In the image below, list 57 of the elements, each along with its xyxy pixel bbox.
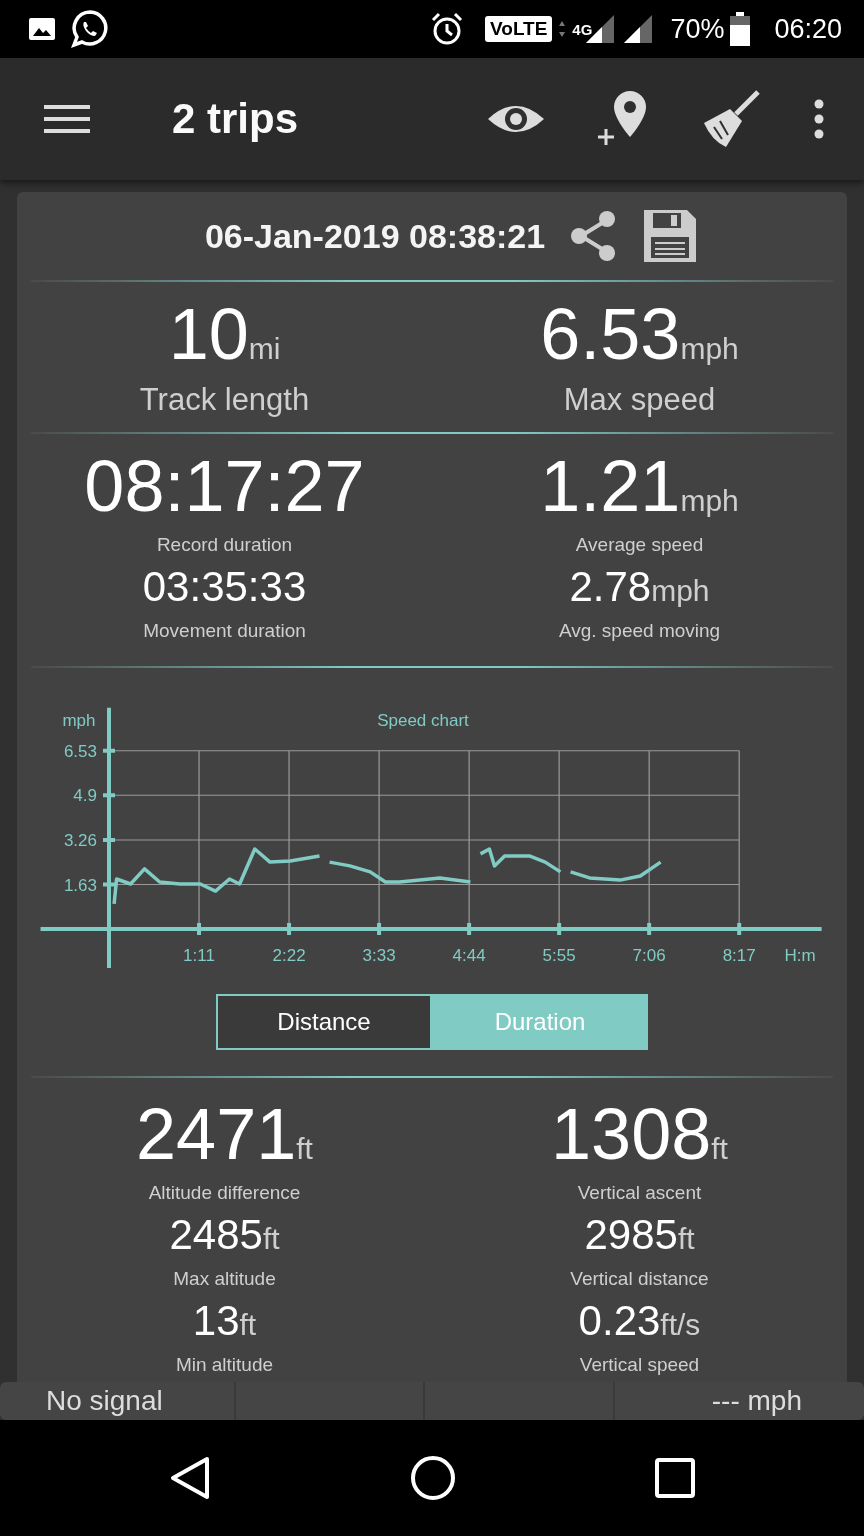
stat-label: Avg. speed moving <box>558 620 721 642</box>
x-tick-label: 8:17 <box>722 946 756 965</box>
stat-label: Altitude difference <box>148 1182 301 1204</box>
y-tick-label: 3.26 <box>63 831 97 850</box>
x-axis-label: H:m <box>784 946 816 965</box>
stat-value: 08:17:27 <box>84 450 365 522</box>
image-icon <box>28 17 56 41</box>
volte-badge: VoLTE <box>485 16 553 42</box>
stat-label: Record duration <box>156 534 293 556</box>
stat-label: Min altitude <box>175 1354 274 1376</box>
stat-label: Max altitude <box>173 1268 276 1290</box>
stat-value: 0.23ft/s <box>578 1300 701 1342</box>
x-tick-label: 4:44 <box>452 946 486 965</box>
trip-date: 06-Jan-2019 08:38:21 <box>204 216 546 256</box>
gps-signal-status: No signal <box>45 1384 164 1418</box>
stat-label: Track length <box>139 382 310 418</box>
stat-label: Vertical ascent <box>577 1182 702 1204</box>
stat-label: Vertical speed <box>579 1354 700 1376</box>
y-tick-label: 4.9 <box>73 786 97 806</box>
stat-value: 2471ft <box>136 1098 313 1170</box>
app-title: 2 trips <box>172 95 299 143</box>
stat-value: 1308ft <box>551 1098 728 1170</box>
back-icon[interactable] <box>169 1456 212 1500</box>
stat-value: 6.53mph <box>540 298 739 370</box>
stat-label: Vertical distance <box>570 1268 709 1290</box>
chat-icon <box>70 9 110 49</box>
stat-label: Average speed <box>575 534 704 556</box>
stat-value: 1.21mph <box>540 450 739 522</box>
stat-value: 2985ft <box>584 1214 695 1256</box>
x-tick-label: 1:11 <box>183 946 215 965</box>
x-tick-label: 3:33 <box>362 946 396 965</box>
recents-icon[interactable] <box>654 1458 695 1498</box>
stat-value: 10mi <box>168 298 281 370</box>
x-tick-label: 5:55 <box>542 946 576 965</box>
stat-value: 2.78mph <box>569 566 710 608</box>
y-axis-label: mph <box>62 711 96 730</box>
y-tick-label: 6.53 <box>63 741 97 761</box>
alarm-icon <box>429 11 465 47</box>
data-arrows-icon <box>558 20 567 38</box>
stat-value: 03:35:33 <box>142 566 307 608</box>
home-icon[interactable] <box>410 1455 456 1501</box>
x-tick-label: 7:06 <box>632 946 666 965</box>
stat-value: 13ft <box>192 1300 257 1342</box>
y-tick-label: 1.63 <box>63 875 97 895</box>
network-type: 4G <box>572 21 593 38</box>
stat-label: Movement duration <box>143 620 306 642</box>
clock: 06:20 <box>774 13 842 45</box>
stat-value: 2485ft <box>169 1214 280 1256</box>
chart-title: Speed chart <box>377 711 469 730</box>
x-tick-label: 2:22 <box>272 946 306 965</box>
stat-label: Max speed <box>563 382 716 418</box>
menu-icon[interactable] <box>44 103 90 135</box>
chart-mode-tab[interactable]: Distance <box>216 994 432 1050</box>
battery-percent: 70% <box>670 13 725 45</box>
signal-icon <box>622 13 655 45</box>
more-icon[interactable] <box>812 99 826 139</box>
battery-icon <box>730 12 751 46</box>
